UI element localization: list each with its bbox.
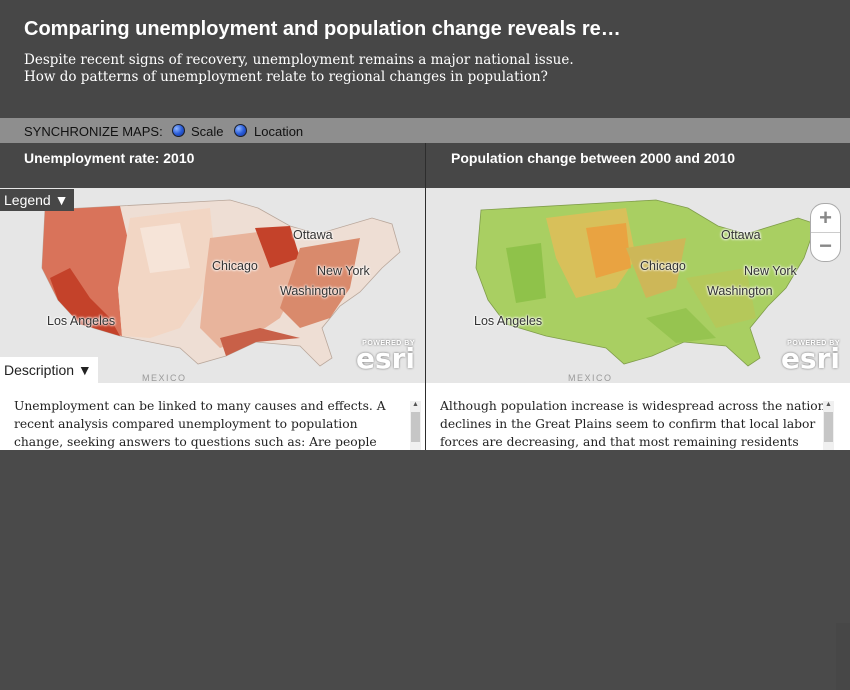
description-button[interactable]: Description ▼ — [0, 357, 98, 383]
scale-radio-icon[interactable] — [172, 124, 185, 137]
city-label-new-york: New York — [317, 264, 370, 278]
unemployment-pane: Unemployment rate: 2010 Ottawa Chicago N… — [0, 143, 425, 450]
esri-wordmark: esri — [780, 342, 840, 375]
city-label-los-angeles: Los Angeles — [474, 314, 543, 328]
page-title: Comparing unemployment and population ch… — [24, 18, 621, 40]
scroll-up-icon[interactable]: ▲ — [410, 401, 421, 411]
esri-logo[interactable]: POWERED BY esri — [780, 340, 840, 375]
zoom-out-icon[interactable]: − — [811, 233, 840, 261]
pane-header: Unemployment rate: 2010 — [0, 143, 425, 188]
country-label-mexico: MEXICO — [568, 373, 613, 383]
location-option-label[interactable]: Location — [254, 124, 303, 139]
city-label-los-angeles: Los Angeles — [47, 314, 116, 328]
description-scrollbar[interactable]: ▲ — [410, 401, 421, 450]
unemployment-description-text: Unemployment can be linked to many cause… — [14, 399, 386, 449]
city-label-ottawa: Ottawa — [721, 228, 761, 242]
page-subtitle: Despite recent signs of recovery, unempl… — [24, 52, 574, 85]
city-label-washington: Washington — [707, 284, 773, 298]
city-label-chicago: Chicago — [640, 259, 686, 273]
esri-logo[interactable]: POWERED BY esri — [355, 340, 415, 375]
sync-bar: SYNCHRONIZE MAPS: Scale Location — [0, 118, 850, 143]
city-label-washington: Washington — [280, 284, 346, 298]
app-header: Comparing unemployment and population ch… — [0, 0, 850, 118]
population-pane: Population change between 2000 and 2010 … — [426, 143, 850, 690]
unemployment-map-title: Unemployment rate: 2010 — [24, 150, 195, 166]
scrollbar-thumb[interactable] — [411, 412, 420, 442]
country-label-mexico: MEXICO — [142, 373, 187, 383]
right-edge-strip — [836, 623, 850, 690]
description-panel: Unemployment can be linked to many cause… — [0, 383, 425, 450]
esri-wordmark: esri — [355, 342, 415, 375]
legend-button[interactable]: Legend ▼ — [0, 189, 75, 211]
population-map-title: Population change between 2000 and 2010 — [451, 150, 735, 166]
population-map[interactable]: Ottawa Chicago New York Washington Los A… — [426, 188, 850, 383]
city-label-ottawa: Ottawa — [293, 228, 333, 242]
scroll-up-icon[interactable]: ▲ — [823, 401, 834, 411]
scale-option-label[interactable]: Scale — [191, 124, 224, 139]
scrollbar-thumb[interactable] — [824, 412, 833, 442]
unemployment-map[interactable]: Ottawa Chicago New York Washington Los A… — [0, 188, 425, 383]
description-panel: Although population increase is widespre… — [426, 383, 850, 690]
population-description-text: Although population increase is widespre… — [440, 399, 830, 449]
location-radio-icon[interactable] — [234, 124, 247, 137]
zoom-control: + − — [810, 203, 841, 262]
pane-header: Population change between 2000 and 2010 — [426, 143, 850, 188]
zoom-in-icon[interactable]: + — [811, 204, 840, 233]
description-scrollbar[interactable]: ▲ — [823, 401, 834, 450]
sync-label: SYNCHRONIZE MAPS: — [24, 124, 163, 139]
city-label-chicago: Chicago — [212, 259, 258, 273]
city-label-new-york: New York — [744, 264, 797, 278]
